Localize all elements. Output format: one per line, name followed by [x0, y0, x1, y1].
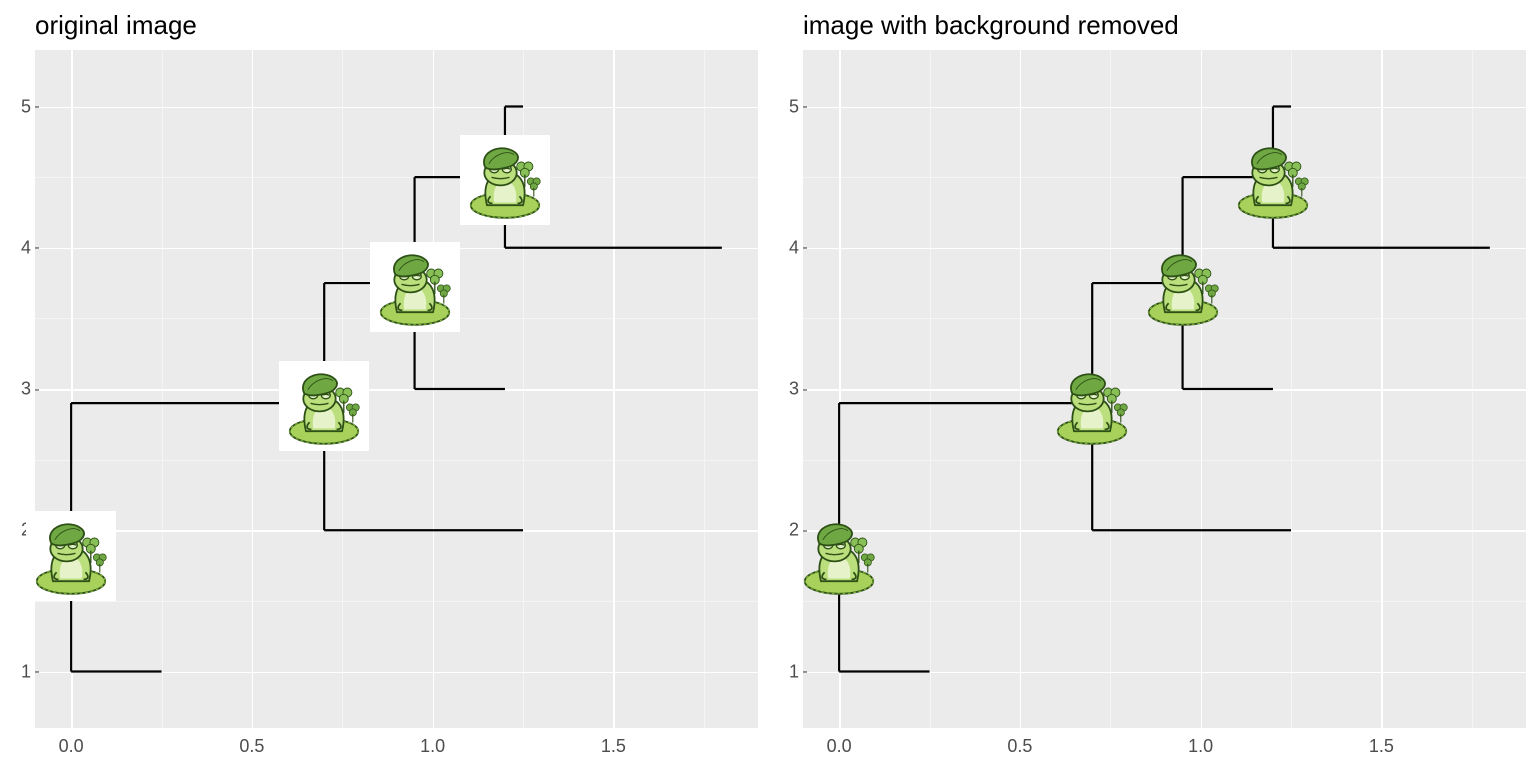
x-tick-label: 1.0: [1188, 728, 1213, 757]
x-tick-label: 0.5: [239, 728, 264, 757]
frog-icon: [370, 242, 460, 332]
x-tick-label: 1.5: [1369, 728, 1394, 757]
frog-icon: [1138, 242, 1228, 332]
frog-icon: [1228, 135, 1318, 225]
x-tick-label: 1.0: [420, 728, 445, 757]
y-tick-label: 3: [21, 379, 35, 400]
y-tick-label: 4: [789, 237, 803, 258]
facet-panel-original: original image 123450.00.51.01.5: [0, 0, 768, 768]
y-tick-label: 3: [789, 379, 803, 400]
y-tick-label: 1: [21, 661, 35, 682]
y-tick-label: 5: [21, 96, 35, 117]
x-tick-label: 1.5: [601, 728, 626, 757]
y-tick-label: 5: [789, 96, 803, 117]
frog-icon: [460, 135, 550, 225]
facet-panel-no-bg: image with background removed 123450.00.…: [768, 0, 1536, 768]
plot-area: 123450.00.51.01.5: [35, 50, 758, 728]
frog-icon: [279, 361, 369, 451]
y-tick-label: 1: [789, 661, 803, 682]
plot-area: 123450.00.51.01.5: [803, 50, 1526, 728]
x-tick-label: 0.5: [1007, 728, 1032, 757]
x-tick-label: 0.0: [827, 728, 852, 757]
frog-icon: [794, 511, 884, 601]
panel-title: original image: [35, 10, 197, 41]
x-tick-label: 0.0: [59, 728, 84, 757]
panel-title: image with background removed: [803, 10, 1179, 41]
frog-icon: [1047, 361, 1137, 451]
y-tick-label: 4: [21, 237, 35, 258]
frog-icon: [26, 511, 116, 601]
